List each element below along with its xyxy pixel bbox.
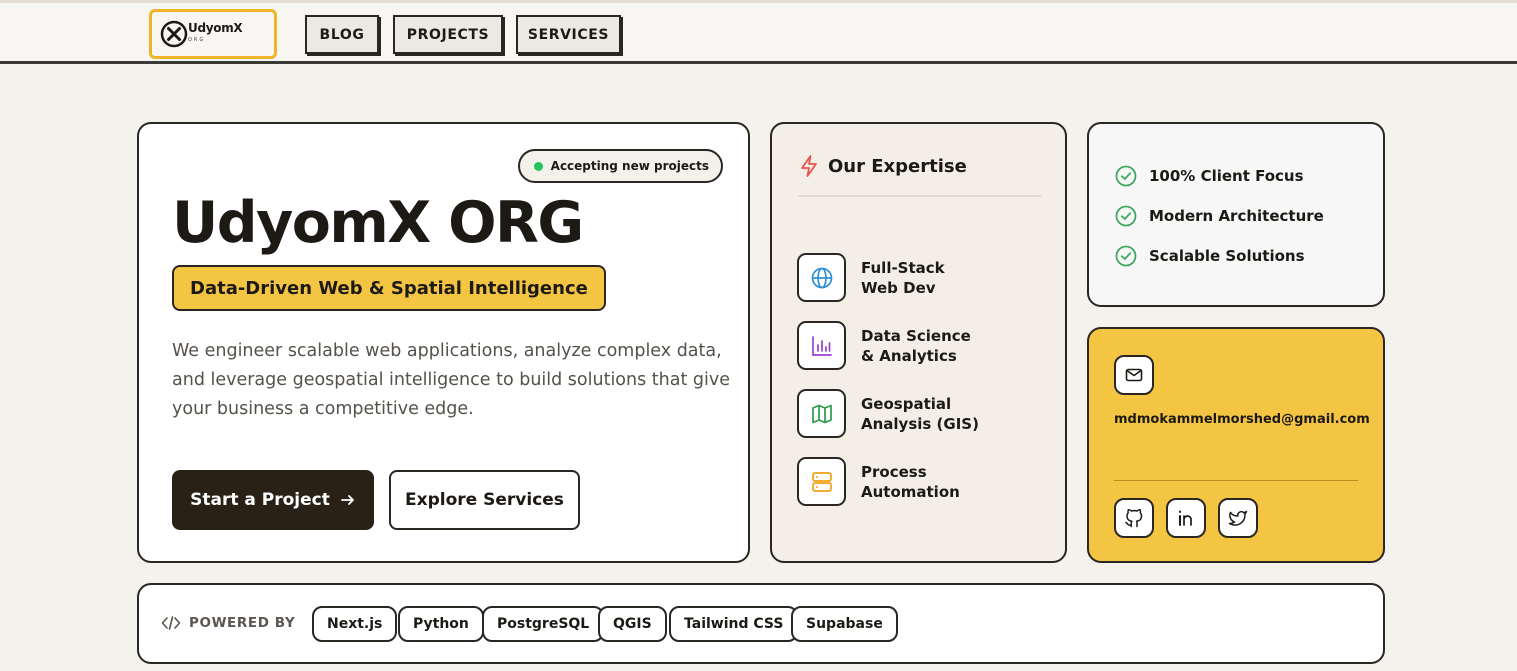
expertise-label-line1: Full-Stack (861, 259, 945, 277)
expertise-label-line2: Automation (861, 483, 960, 501)
nav-projects-button[interactable]: PROJECTS (393, 15, 503, 54)
tech-chip[interactable]: Supabase (791, 606, 898, 642)
server-icon (797, 457, 846, 506)
tech-chip[interactable]: PostgreSQL (482, 606, 605, 642)
contact-card: mdmokammelmorshed@gmail.com (1087, 327, 1385, 563)
page-title: UdyomX ORG (172, 190, 584, 256)
map-icon (797, 389, 846, 438)
status-badge: Accepting new projects (517, 149, 723, 183)
expertise-label-line2: Analysis (GIS) (861, 415, 979, 433)
logo[interactable]: UdyomX ORG (149, 9, 277, 59)
divider (798, 195, 1041, 197)
benefit-label: Scalable Solutions (1149, 247, 1305, 265)
expertise-item-data-science: Data Science & Analytics (797, 321, 1047, 371)
start-project-button[interactable]: Start a Project (172, 470, 374, 530)
twitter-icon (1228, 510, 1248, 526)
expertise-label-line2: & Analytics (861, 347, 957, 365)
powered-by-text: POWERED BY (189, 615, 296, 631)
expertise-label-line1: Process (861, 463, 927, 481)
expertise-item-geospatial: Geospatial Analysis (GIS) (797, 389, 1047, 439)
contact-email[interactable]: mdmokammelmorshed@gmail.com (1114, 412, 1370, 427)
github-button[interactable] (1114, 498, 1154, 538)
mail-icon (1125, 368, 1143, 382)
arrow-right-icon (340, 495, 354, 505)
hero-card: Accepting new projects UdyomX ORG Data-D… (137, 122, 750, 563)
powered-by-label: POWERED BY (161, 615, 295, 631)
expertise-card: Our Expertise Full-Stack Web Dev Data Sc… (770, 122, 1067, 563)
check-circle-icon (1115, 245, 1137, 267)
x-circle-logo-icon (160, 20, 188, 48)
logo-name: UdyomX (188, 21, 243, 35)
expertise-item-label: Full-Stack Web Dev (861, 258, 1041, 298)
tech-chip[interactable]: Next.js (312, 606, 398, 642)
expertise-item-automation: Process Automation (797, 457, 1047, 507)
status-badge-label: Accepting new projects (550, 159, 709, 173)
check-circle-icon (1115, 165, 1137, 187)
benefit-item: Scalable Solutions (1115, 245, 1305, 267)
top-nav: UdyomX ORG BLOG PROJECTS SERVICES (0, 0, 1517, 64)
expertise-item-label: Geospatial Analysis (GIS) (861, 394, 1041, 434)
expertise-item-label: Data Science & Analytics (861, 326, 1041, 366)
benefit-item: Modern Architecture (1115, 205, 1324, 227)
tech-chip[interactable]: QGIS (598, 606, 667, 642)
divider (1114, 480, 1358, 481)
expertise-title: Our Expertise (828, 155, 967, 177)
linkedin-icon (1179, 510, 1192, 526)
expertise-header: Our Expertise (798, 154, 967, 178)
expertise-item-label: Process Automation (861, 462, 1041, 502)
powered-by-card: POWERED BY Next.js Python PostgreSQL QGI… (137, 583, 1385, 664)
tech-chip[interactable]: Python (398, 606, 484, 642)
benefit-label: Modern Architecture (1149, 207, 1324, 225)
tech-chip[interactable]: Tailwind CSS (669, 606, 799, 642)
expertise-label-line2: Web Dev (861, 279, 936, 297)
bar-chart-icon (797, 321, 846, 370)
expertise-label-line1: Data Science (861, 327, 971, 345)
nav-blog-button[interactable]: BLOG (305, 15, 379, 54)
explore-services-button[interactable]: Explore Services (389, 470, 580, 530)
twitter-button[interactable] (1218, 498, 1258, 538)
check-circle-icon (1115, 205, 1137, 227)
globe-icon (797, 253, 846, 302)
logo-sub: ORG (188, 37, 206, 43)
expertise-label-line1: Geospatial (861, 395, 952, 413)
status-dot-icon (533, 161, 543, 171)
code-icon (161, 616, 181, 630)
benefits-card: 100% Client Focus Modern Architecture Sc… (1087, 122, 1385, 307)
start-project-label: Start a Project (190, 490, 330, 510)
github-icon (1125, 509, 1143, 528)
tagline: Data-Driven Web & Spatial Intelligence (172, 265, 606, 311)
hero-description: We engineer scalable web applications, a… (172, 341, 730, 419)
nav-services-button[interactable]: SERVICES (516, 15, 621, 54)
expertise-item-fullstack: Full-Stack Web Dev (797, 253, 1047, 303)
mail-button[interactable] (1114, 355, 1154, 395)
linkedin-button[interactable] (1166, 498, 1206, 538)
benefit-label: 100% Client Focus (1149, 167, 1304, 185)
lightning-bolt-icon (801, 155, 817, 177)
benefit-item: 100% Client Focus (1115, 165, 1304, 187)
